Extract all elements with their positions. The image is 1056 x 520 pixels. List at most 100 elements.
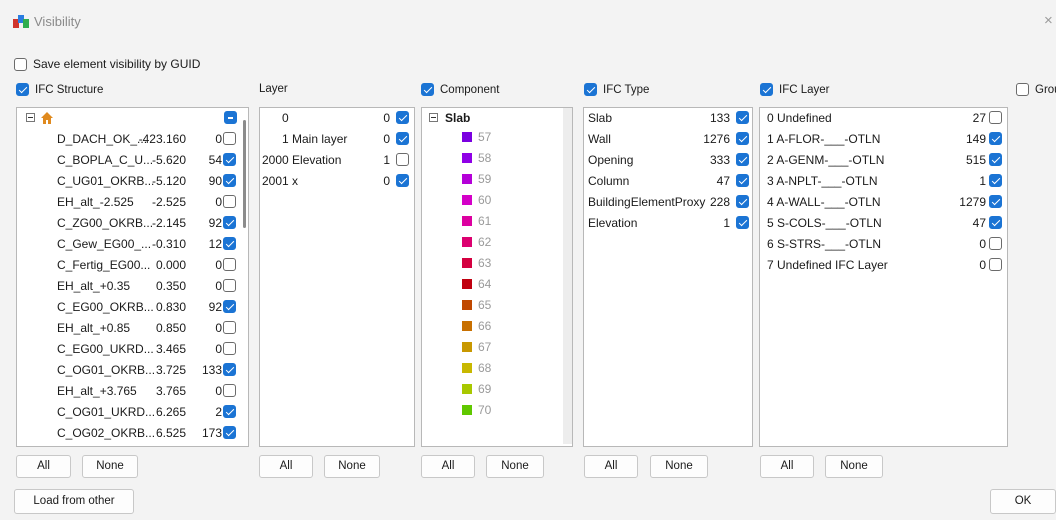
structure-row[interactable]: EH_alt_+0.35 0.350 0 — [17, 276, 242, 296]
ifc-type-checkbox[interactable] — [736, 111, 749, 124]
structure-row[interactable]: C_OG01_UKRD... 6.265 2 — [17, 402, 242, 422]
ifc-layer-checkbox[interactable] — [989, 258, 1002, 271]
storey-checkbox[interactable] — [223, 216, 236, 229]
component-row[interactable]: 65 — [422, 295, 562, 315]
storey-checkbox[interactable] — [223, 132, 236, 145]
layer-row[interactable]: 00 — [260, 108, 414, 128]
ifc-structure-header[interactable]: IFC Structure — [16, 83, 103, 96]
component-all-button[interactable]: All — [421, 455, 475, 478]
close-icon[interactable]: × — [1044, 12, 1053, 29]
layer-row[interactable]: 2001 x 0 — [260, 171, 414, 191]
structure-row[interactable]: EH_alt_+3.765 3.765 0 — [17, 381, 242, 401]
component-row[interactable]: 69 — [422, 379, 562, 399]
ifc-structure-list[interactable]: D_DACH_OK_... -423.160 0 C_BOPLA_C_U... -5.6… — [16, 107, 249, 447]
storey-checkbox[interactable] — [223, 279, 236, 292]
ifc-layer-checkbox[interactable] — [989, 237, 1002, 250]
ifc-type-checkbox[interactable] — [736, 195, 749, 208]
save-guid-checkbox[interactable] — [14, 57, 27, 71]
ifc-layer-all-button[interactable]: All — [760, 455, 814, 478]
ifc-layer-checkbox[interactable] — [989, 216, 1002, 229]
group-checkbox[interactable] — [1016, 83, 1029, 96]
ifc-type-header[interactable]: IFC Type — [584, 83, 649, 96]
ifc-type-none-button[interactable]: None — [650, 455, 708, 478]
storey-checkbox[interactable] — [223, 384, 236, 397]
component-list[interactable]: Slab 57 58 59 60 61 62 63 64 65 66 67 68 69 70 — [421, 107, 573, 447]
structure-row[interactable]: C_ZG00_OKRB... -2.145 92 — [17, 213, 242, 233]
component-collapse-icon[interactable] — [429, 113, 438, 122]
storey-checkbox[interactable] — [223, 195, 236, 208]
component-row[interactable]: 62 — [422, 232, 562, 252]
storey-checkbox[interactable] — [223, 237, 236, 250]
ok-button[interactable]: OK — [990, 489, 1056, 514]
structure-root-checkbox[interactable] — [224, 111, 237, 124]
layer-checkbox[interactable] — [396, 174, 409, 187]
ifc-layer-row[interactable]: 4 A-WALL-___-OTLN 1279 — [760, 192, 1007, 212]
storey-checkbox[interactable] — [223, 426, 236, 439]
component-row[interactable]: 70 — [422, 400, 562, 420]
layer-all-button[interactable]: All — [259, 455, 313, 478]
collapse-toggle-icon[interactable] — [26, 113, 35, 122]
component-row[interactable]: 58 — [422, 148, 562, 168]
ifc-type-checkbox[interactable] — [736, 216, 749, 229]
structure-row[interactable]: C_EG00_OKRB... 0.830 92 — [17, 297, 242, 317]
storey-checkbox[interactable] — [223, 321, 236, 334]
ifc-layer-checkbox[interactable] — [989, 195, 1002, 208]
component-row[interactable]: 57 — [422, 127, 562, 147]
structure-scrollbar[interactable] — [243, 120, 246, 228]
ifc-type-checkbox[interactable] — [584, 83, 597, 96]
structure-row[interactable]: C_OG02_OKRB... 6.525 173 — [17, 423, 242, 443]
storey-checkbox[interactable] — [223, 258, 236, 271]
load-from-scene-button[interactable]: Load from other scene... — [14, 489, 134, 520]
structure-row[interactable]: C_UG01_OKRB... -5.120 90 — [17, 171, 242, 191]
ifc-layer-row[interactable]: 6 S-STRS-___-OTLN 0 — [760, 234, 1007, 254]
structure-row[interactable]: C_Gew_EG00_... -0.310 12 — [17, 234, 242, 254]
component-scroll-track[interactable] — [563, 108, 572, 444]
storey-checkbox[interactable] — [223, 153, 236, 166]
ifc-type-list[interactable]: Slab 133 Wall 1276 Opening 333 Column 47 Buildin… — [583, 107, 753, 447]
ifc-layer-row[interactable]: 7 Undefined IFC Layer 0 — [760, 255, 1007, 275]
layer-none-button[interactable]: None — [324, 455, 380, 478]
ifc-layer-none-button[interactable]: None — [825, 455, 883, 478]
storey-checkbox[interactable] — [223, 363, 236, 376]
component-row[interactable]: 64 — [422, 274, 562, 294]
ifc-layer-checkbox[interactable] — [989, 153, 1002, 166]
component-row[interactable]: 63 — [422, 253, 562, 273]
component-row[interactable]: 61 — [422, 211, 562, 231]
structure-row[interactable]: C_EG00_UKRD... 3.465 0 — [17, 339, 242, 359]
layer-row[interactable]: 1 Main layer 0 — [260, 129, 414, 149]
ifc-structure-checkbox[interactable] — [16, 83, 29, 96]
ifc-type-checkbox[interactable] — [736, 153, 749, 166]
ifc-type-row[interactable]: Slab 133 — [584, 108, 752, 128]
component-row[interactable]: 59 — [422, 169, 562, 189]
structure-row[interactable]: EH_alt_+0.85 0.850 0 — [17, 318, 242, 338]
layer-checkbox[interactable] — [396, 132, 409, 145]
ifc-type-all-button[interactable]: All — [584, 455, 638, 478]
component-row[interactable]: 66 — [422, 316, 562, 336]
ifc-layer-row[interactable]: 0 Undefined 27 — [760, 108, 1007, 128]
ifc-type-row[interactable]: Opening 333 — [584, 150, 752, 170]
structure-row[interactable]: C_OG01_OKRB... 3.725 133 — [17, 360, 242, 380]
ifc-layer-row[interactable]: 1 A-FLOR-___-OTLN 149 — [760, 129, 1007, 149]
ifc-layer-checkbox[interactable] — [989, 174, 1002, 187]
component-header[interactable]: Component — [421, 83, 499, 96]
ifc-layer-header[interactable]: IFC Layer — [760, 83, 830, 96]
group-header[interactable]: Group — [1016, 83, 1056, 96]
layer-checkbox[interactable] — [396, 153, 409, 166]
component-row[interactable]: 68 — [422, 358, 562, 378]
ifc-type-row[interactable]: Column 47 — [584, 171, 752, 191]
ifc-type-row[interactable]: BuildingElementProxy 228 — [584, 192, 752, 212]
ifc-type-checkbox[interactable] — [736, 174, 749, 187]
ifc-layer-list[interactable]: 0 Undefined 27 1 A-FLOR-___-OTLN 149 2 A-GEN… — [759, 107, 1008, 447]
component-group-slab[interactable]: Slab — [445, 108, 470, 128]
ifc-layer-row[interactable]: 2 A-GENM-___-OTLN 515 — [760, 150, 1007, 170]
layer-list[interactable]: 001 Main layer 0 2000 Elevation 1 2001 x0 — [259, 107, 415, 447]
structure-none-button[interactable]: None — [82, 455, 138, 478]
layer-row[interactable]: 2000 Elevation 1 — [260, 150, 414, 170]
component-row[interactable]: 60 — [422, 190, 562, 210]
ifc-layer-checkbox[interactable] — [760, 83, 773, 96]
structure-row[interactable]: EH_alt_-2.525 -2.525 0 — [17, 192, 242, 212]
storey-checkbox[interactable] — [223, 405, 236, 418]
ifc-layer-row[interactable]: 5 S-COLS-___-OTLN 47 — [760, 213, 1007, 233]
ifc-layer-checkbox[interactable] — [989, 111, 1002, 124]
component-checkbox[interactable] — [421, 83, 434, 96]
